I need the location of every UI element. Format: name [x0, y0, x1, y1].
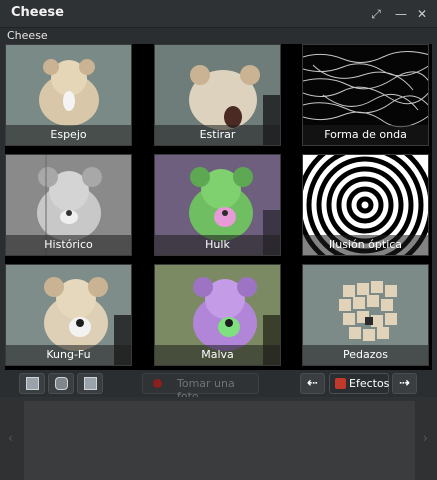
chevron-left-icon[interactable]: ‹ — [8, 431, 13, 445]
photo-mode-button[interactable] — [19, 373, 45, 394]
video-icon — [55, 377, 68, 390]
arrow-left-icon: ⇠ — [307, 376, 318, 391]
menubar: Cheese — [0, 28, 437, 44]
effect-tile-malva[interactable]: Malva — [154, 264, 281, 366]
arrow-right-icon: ⇢ — [399, 376, 410, 391]
effect-tile-pedazos[interactable]: Pedazos — [302, 264, 429, 366]
effect-label: Hulk — [155, 235, 280, 255]
chevron-right-icon[interactable]: › — [423, 431, 428, 445]
effect-tile-estirar[interactable]: Estirar — [154, 44, 281, 146]
prev-effects-button[interactable]: ⇠ — [300, 373, 325, 394]
menu-cheese[interactable]: Cheese — [7, 29, 48, 42]
effect-label: Espejo — [6, 125, 131, 145]
minimize-icon[interactable]: — — [393, 6, 409, 22]
next-effects-button[interactable]: ⇢ — [392, 373, 417, 394]
effect-label: Histórico — [6, 235, 131, 255]
effects-toggle-button[interactable]: Efectos — [329, 373, 389, 394]
effect-label: Ilusión óptica — [303, 235, 428, 255]
effect-label: Estirar — [155, 125, 280, 145]
effects-grid: Espejo Estirar Forma de onda Histórico H… — [5, 44, 432, 370]
effect-label: Forma de onda — [303, 125, 428, 145]
window-title: Cheese — [11, 5, 64, 20]
effect-tile-espejo[interactable]: Espejo — [5, 44, 132, 146]
effect-tile-ilusion-optica[interactable]: Ilusión óptica — [302, 154, 429, 256]
restore-icon[interactable]: ⤢ — [368, 6, 384, 22]
effects-icon — [335, 378, 346, 389]
toolbar: Tomar una foto ⇠ Efectos ⇢ — [0, 371, 437, 403]
burst-mode-button[interactable] — [77, 373, 103, 394]
photo-icon — [26, 377, 39, 390]
effect-label: Malva — [155, 345, 280, 365]
video-mode-button[interactable] — [48, 373, 74, 394]
burst-icon — [84, 377, 97, 390]
effect-tile-kung-fu[interactable]: Kung-Fu — [5, 264, 132, 366]
close-icon[interactable]: ✕ — [414, 6, 430, 22]
take-photo-button[interactable]: Tomar una foto — [142, 373, 259, 403]
thumbnail-strip: ‹ › — [0, 397, 437, 480]
effect-tile-hulk[interactable]: Hulk — [154, 154, 281, 256]
effects-label: Efectos — [349, 377, 390, 390]
effect-label: Pedazos — [303, 345, 428, 365]
window-titlebar: Cheese ⤢ — ✕ — [0, 0, 437, 28]
thumbnail-area — [24, 401, 415, 480]
effect-label: Kung-Fu — [6, 345, 131, 365]
record-icon — [153, 379, 162, 388]
effect-tile-forma-de-onda[interactable]: Forma de onda — [302, 44, 429, 146]
effect-tile-historico[interactable]: Histórico — [5, 154, 132, 256]
